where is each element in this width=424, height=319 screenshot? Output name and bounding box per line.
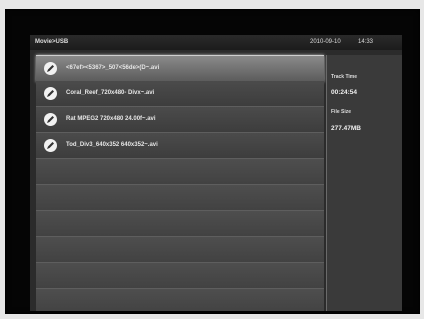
header-bar: Movie>USB 2010-09-10 14:33 [30, 35, 402, 50]
file-row[interactable]: Tod_Div3_640x352 640x352~.avi [36, 133, 324, 159]
empty-row [36, 237, 324, 263]
file-list: <67ef><5367>_507<56de>(D~.avi Coral_Reef… [36, 55, 324, 311]
pencil-icon [44, 113, 57, 126]
empty-row [36, 185, 324, 211]
file-name: Coral_Reef_720x480- Divx~.avi [66, 90, 155, 96]
file-size-label: File Size [331, 109, 352, 115]
pencil-icon [44, 139, 57, 152]
file-row[interactable]: Coral_Reef_720x480- Divx~.avi [36, 81, 324, 107]
file-name: <67ef><5367>_507<56de>(D~.avi [66, 65, 160, 71]
file-row[interactable]: Rat MPEG2 720x480 24.00f~.avi [36, 107, 324, 133]
file-name: Rat MPEG2 720x480 24.00f~.avi [66, 116, 156, 122]
empty-row [36, 263, 324, 289]
time-display: 14:33 [358, 39, 374, 45]
file-size-value: 277.47MB [331, 125, 361, 132]
pencil-icon [44, 87, 57, 100]
pencil-icon [44, 62, 57, 75]
empty-row [36, 211, 324, 237]
media-player-screen: Movie>USB 2010-09-10 14:33 <67ef><5367>_… [30, 35, 402, 311]
empty-row [36, 159, 324, 185]
empty-row [36, 289, 324, 311]
file-row[interactable]: <67ef><5367>_507<56de>(D~.avi [36, 55, 324, 82]
track-time-value: 00:24:54 [331, 89, 358, 96]
file-info-panel: Track Time 00:24:54 File Size 277.47MB [326, 55, 402, 311]
track-time-label: Track Time [331, 74, 358, 80]
file-name: Tod_Div3_640x352 640x352~.avi [66, 142, 158, 148]
breadcrumb: Movie>USB [35, 39, 69, 45]
date-display: 2010-09-10 [310, 39, 341, 45]
